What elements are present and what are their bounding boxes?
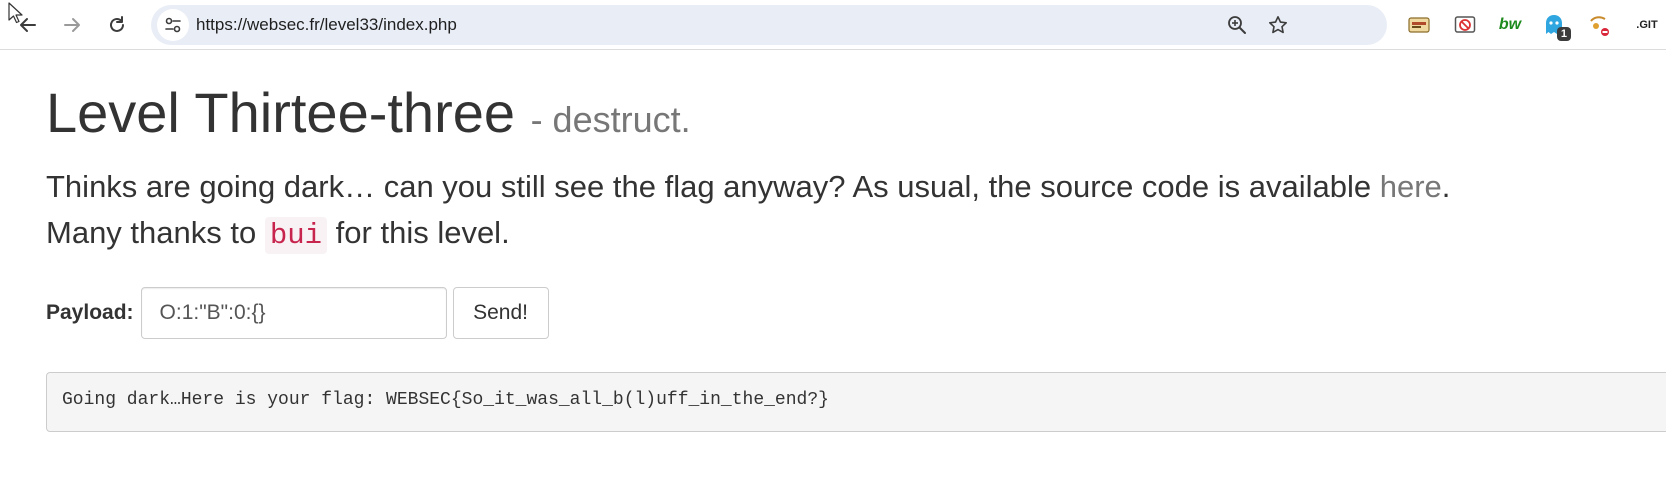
extension-blocker-icon xyxy=(1454,16,1476,33)
flag-output: Going dark…Here is your flag: WEBSEC{So_… xyxy=(46,372,1666,432)
forward-button[interactable] xyxy=(56,9,88,41)
extension-bw-button[interactable]: bw xyxy=(1496,11,1524,39)
arrow-right-icon xyxy=(64,18,80,32)
reload-icon xyxy=(110,16,124,32)
lead-line1-suffix: . xyxy=(1441,169,1451,204)
zoom-button[interactable] xyxy=(1225,13,1249,37)
browser-toolbar: https://websec.fr/level33/index.php bw 1… xyxy=(0,0,1666,50)
extension-blocker-button[interactable] xyxy=(1451,11,1479,39)
bookmark-star-icon xyxy=(1269,16,1287,34)
site-info-button[interactable] xyxy=(157,9,189,41)
extension-puzzle-button[interactable] xyxy=(1585,11,1613,39)
page-subtitle: - destruct. xyxy=(530,99,691,140)
extension-badge: 1 xyxy=(1556,27,1571,41)
send-button[interactable]: Send! xyxy=(452,287,549,339)
lead-line2-text: Many thanks to xyxy=(46,215,265,250)
extension-bw-icon: bw xyxy=(1498,16,1522,33)
extension-git-icon: .GIT xyxy=(1636,19,1658,31)
lead-line2-suffix: for this level. xyxy=(327,215,510,250)
page-title-text: Level Thirtee-three xyxy=(46,81,515,144)
payload-form: Payload: Send! xyxy=(46,286,549,340)
author-code: bui xyxy=(264,217,328,254)
extension-1-button[interactable] xyxy=(1405,11,1433,39)
url-text[interactable]: https://websec.fr/level33/index.php xyxy=(196,15,457,35)
lead-paragraph: Thinks are going dark… can you still see… xyxy=(46,164,1450,259)
bookmark-button[interactable] xyxy=(1266,13,1290,37)
extension-puzzle-icon xyxy=(1590,16,1609,36)
back-button[interactable] xyxy=(12,9,44,41)
zoom-icon xyxy=(1228,16,1246,34)
source-code-link[interactable]: here xyxy=(1380,169,1442,204)
payload-label: Payload: xyxy=(46,301,134,324)
arrow-left-icon xyxy=(20,18,36,32)
address-bar[interactable]: https://websec.fr/level33/index.php xyxy=(151,5,1387,45)
site-info-icon xyxy=(165,17,181,33)
payload-input[interactable] xyxy=(140,287,447,339)
extension-tracker-button[interactable]: 1 xyxy=(1540,11,1571,41)
extension-1-icon xyxy=(1408,17,1430,33)
extension-git-button[interactable]: .GIT xyxy=(1630,11,1664,39)
lead-line1-text: Thinks are going dark… can you still see… xyxy=(46,169,1380,204)
reload-button[interactable] xyxy=(101,9,133,41)
page-title: Level Thirtee-three - destruct. xyxy=(46,82,691,144)
